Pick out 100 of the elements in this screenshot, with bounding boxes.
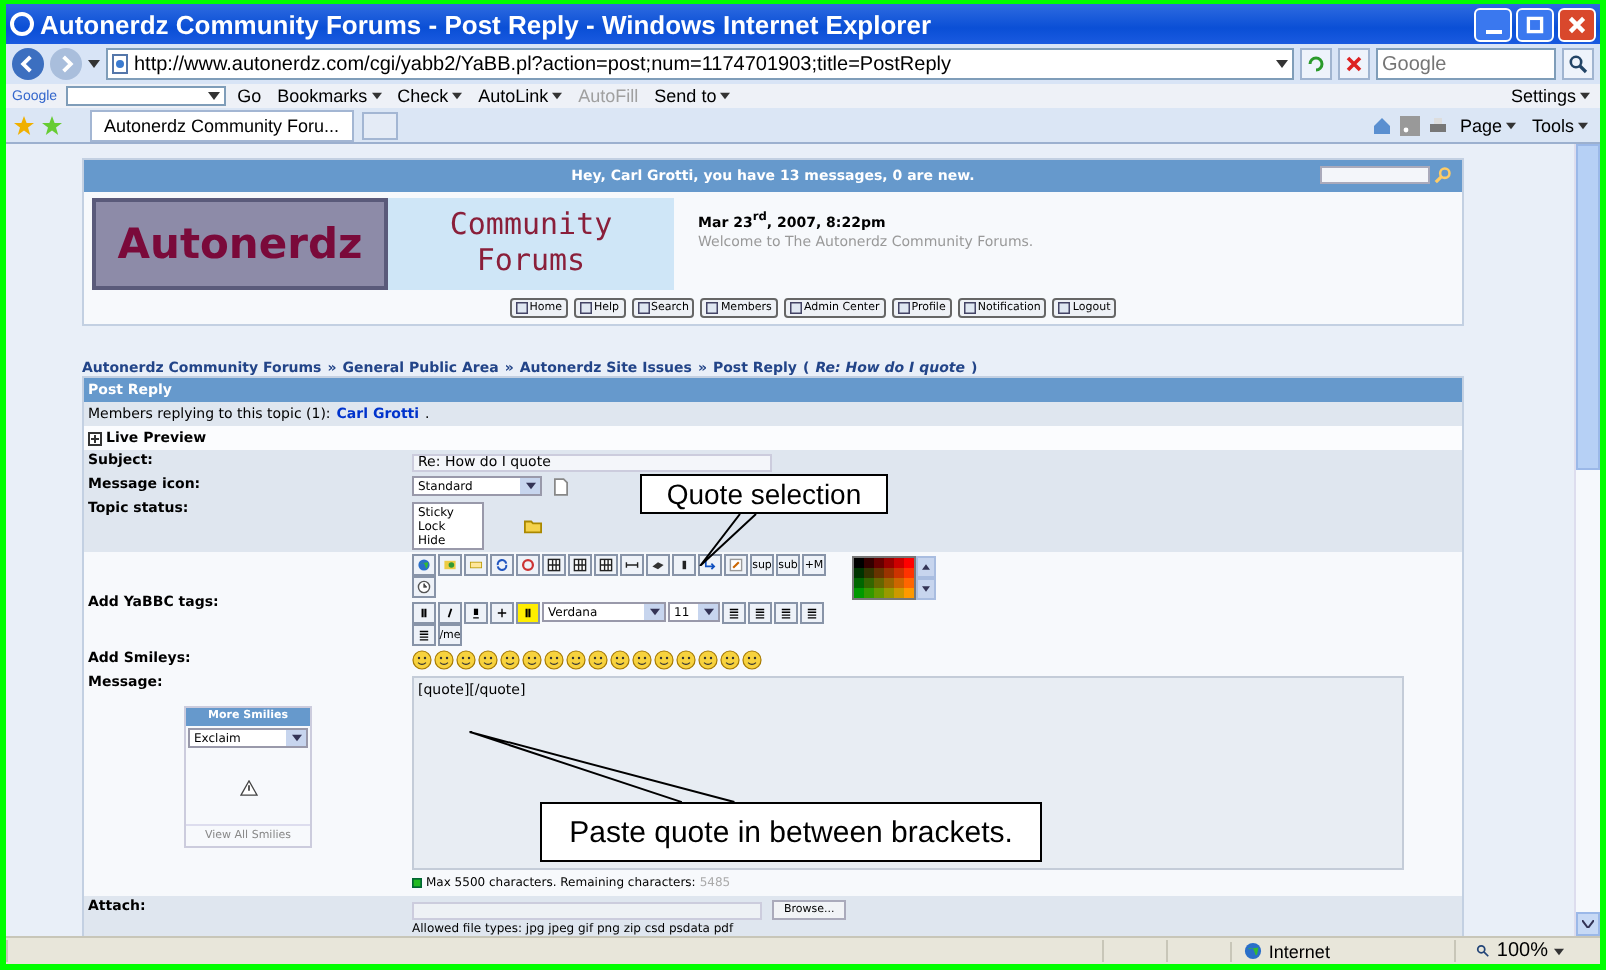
go-button[interactable]: Go: [233, 85, 266, 107]
close-button[interactable]: [1558, 7, 1596, 41]
rule-tool-button[interactable]: [620, 554, 644, 576]
minimize-icon: [1485, 29, 1501, 33]
smiley-icon[interactable]: [610, 650, 630, 670]
settings-button[interactable]: Settings: [1506, 85, 1594, 107]
table-tool-button[interactable]: [568, 554, 592, 576]
smiley-icon[interactable]: [588, 650, 608, 670]
close-icon: [1564, 13, 1590, 35]
scroll-up-button[interactable]: [916, 556, 936, 578]
smiley-icon[interactable]: [720, 650, 740, 670]
smiley-icon[interactable]: [500, 650, 520, 670]
caret-icon: [1554, 947, 1564, 955]
toolbar-menu-button[interactable]: Bookmarks: [273, 85, 386, 107]
nav-icon: [515, 302, 528, 314]
caret-icon: [720, 92, 731, 100]
toolbar-menu-button[interactable]: AutoLink: [474, 85, 567, 107]
clock-tool-button[interactable]: [412, 576, 436, 598]
scrollbar-thumb[interactable]: [1576, 144, 1600, 470]
refresh-icon: [1306, 54, 1326, 74]
browser-tab[interactable]: Autonerdz Community Foru...: [90, 109, 354, 141]
folder-icon: [524, 517, 542, 533]
smiley-icon[interactable]: [478, 650, 498, 670]
browser-logo-icon: [10, 12, 34, 36]
table-tool-button[interactable]: [542, 554, 566, 576]
toolbar-menu-button[interactable]: Send to: [650, 85, 735, 107]
smiley-icon[interactable]: [654, 650, 674, 670]
smiley-icon[interactable]: [412, 650, 432, 670]
smiley-icon[interactable]: [544, 650, 564, 670]
printer-icon[interactable]: [1427, 115, 1448, 135]
caret-icon: [291, 734, 301, 742]
highlight-tool-button[interactable]: [516, 602, 540, 624]
back-button[interactable]: [12, 48, 44, 80]
maximize-button[interactable]: [1516, 7, 1554, 41]
nav-icon: [706, 302, 719, 314]
zoom-level-button[interactable]: 100%: [1454, 940, 1600, 962]
close-icon: [1344, 54, 1364, 74]
toolbar-search-field[interactable]: [65, 86, 226, 106]
pencil-icon: [728, 558, 744, 572]
table-icon: [598, 558, 614, 572]
search-button[interactable]: [1562, 48, 1594, 80]
smiley-icon[interactable]: [522, 650, 542, 670]
forum-banner: Community Forums: [388, 198, 674, 290]
caret-icon: [703, 608, 713, 616]
scroll-down-button[interactable]: [916, 578, 936, 600]
callout-box: Quote selection: [640, 474, 888, 514]
color-palette[interactable]: [852, 556, 916, 600]
italic-icon: [442, 606, 458, 620]
up-caret-icon: [922, 562, 930, 572]
status-square-icon: [412, 878, 422, 888]
smiley-icon[interactable]: [742, 650, 762, 670]
stop-button[interactable]: [1338, 48, 1370, 80]
command-menu-button[interactable]: Tools: [1527, 114, 1592, 136]
italic-tool-button[interactable]: [438, 602, 462, 624]
smiley-icon[interactable]: [676, 650, 696, 670]
forum-logo: Autonerdz: [92, 198, 388, 290]
align-left-tool-button[interactable]: [722, 602, 746, 624]
command-menu-button[interactable]: Page: [1455, 114, 1520, 136]
forum-search-field[interactable]: [1320, 166, 1430, 184]
window-title: Autonerdz Community Forums - Post Reply - Windows Internet Explorer: [40, 9, 932, 39]
envelope-tool-button[interactable]: [464, 554, 488, 576]
callout-box: Paste quote in between brackets.: [540, 802, 1042, 862]
home-icon[interactable]: [1371, 115, 1392, 135]
table-tool-button[interactable]: [594, 554, 618, 576]
attachment-field[interactable]: [412, 901, 762, 919]
refresh-button[interactable]: [1300, 48, 1332, 80]
picture-tool-button[interactable]: [438, 554, 462, 576]
smiley-icon[interactable]: [698, 650, 718, 670]
globe-tool-button[interactable]: [412, 554, 436, 576]
address-field[interactable]: http://www.autonerdz.com/cgi/yabb2/YaBB.pl?action=post;num=1174701903;title=PostReply: [106, 48, 1294, 80]
caret-icon: [1578, 121, 1588, 129]
align-left-icon: [726, 606, 742, 620]
page-icon: [112, 54, 128, 74]
caret-icon[interactable]: [1276, 60, 1288, 68]
smiley-icon[interactable]: [456, 650, 476, 670]
caret-icon: [452, 92, 463, 100]
smiley-icon[interactable]: [434, 650, 454, 670]
nav-icon: [579, 302, 592, 314]
add-star-icon[interactable]: [42, 115, 62, 135]
url-text: http://www.autonerdz.com/cgi/yabb2/YaBB.pl?action=post;num=1174701903;title=PostReply: [134, 53, 951, 75]
underline-tool-button[interactable]: [464, 602, 488, 624]
globe-icon: [1244, 942, 1263, 960]
document-icon: [554, 477, 568, 495]
maximize-icon: [1522, 13, 1548, 35]
caret-icon: [1582, 920, 1594, 928]
highlight-icon: [520, 606, 536, 620]
table-icon: [572, 558, 588, 572]
ring-tool-button[interactable]: [516, 554, 540, 576]
search-field[interactable]: Google: [1376, 48, 1556, 80]
minimize-button[interactable]: [1474, 7, 1512, 41]
smiley-icon[interactable]: [632, 650, 652, 670]
caret-icon[interactable]: [88, 60, 100, 68]
toolbar-menu-button[interactable]: Check: [393, 85, 467, 107]
envelope-icon: [468, 558, 484, 572]
smiley-icon[interactable]: [566, 650, 586, 670]
star-icon[interactable]: [14, 115, 34, 135]
picture-icon: [442, 558, 458, 572]
clock-icon: [416, 580, 432, 594]
search-icon: [1568, 54, 1588, 74]
refresh-tool-button[interactable]: [490, 554, 514, 576]
